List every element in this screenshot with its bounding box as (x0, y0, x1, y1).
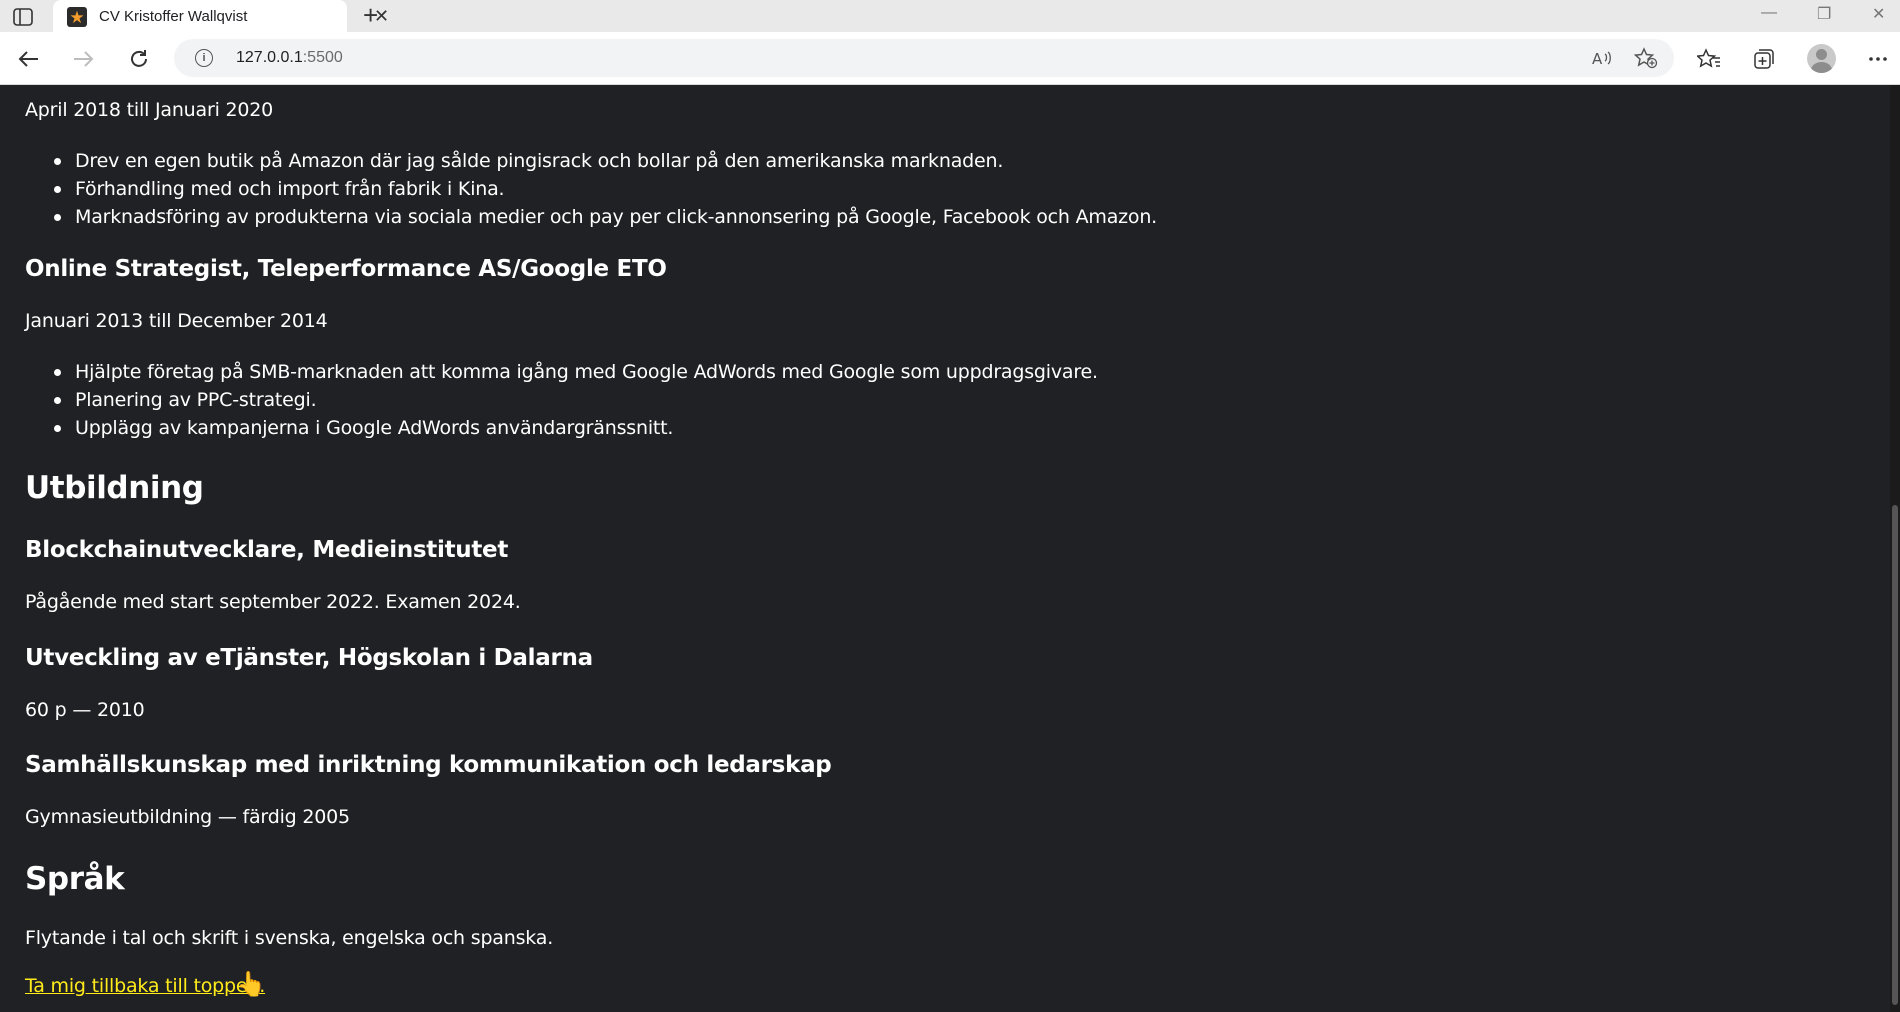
new-tab-button[interactable]: + (363, 2, 378, 28)
list-item: Förhandling med och import från fabrik i… (25, 175, 1157, 203)
page-viewport[interactable]: April 2018 till Januari 2020 Drev en ege… (0, 85, 1890, 1012)
reload-icon[interactable] (125, 45, 153, 73)
pointer-hand-icon: 👆 (236, 971, 266, 998)
window-close-icon[interactable]: ✕ (1872, 4, 1885, 24)
edu2-title: Utveckling av eTjänster, Högskolan i Dal… (25, 645, 593, 671)
browser-toolbar: i 127.0.0.1:5500 A (0, 32, 1900, 85)
page-scrollbar[interactable] (1890, 85, 1900, 1012)
collections-icon[interactable] (1750, 45, 1778, 73)
tab-bar: ★ CV Kristoffer Wallqvist ✕ + — ❐ ✕ (0, 0, 1900, 33)
list-item: Hjälpte företag på SMB-marknaden att kom… (25, 358, 1098, 386)
list-item: Upplägg av kampanjerna i Google AdWords … (25, 414, 1098, 442)
edu3-title: Samhällskunskap med inriktning kommunika… (25, 752, 832, 778)
job1-dates: April 2018 till Januari 2020 (25, 99, 274, 121)
list-item: Planering av PPC-strategi. (25, 386, 1098, 414)
info-icon[interactable]: i (195, 49, 213, 67)
forward-arrow-icon[interactable] (70, 45, 98, 73)
edu1-title: Blockchainutvecklare, Medieinstitutet (25, 537, 509, 563)
job1-bullets: Drev en egen butik på Amazon där jag sål… (25, 147, 1157, 231)
browser-tab[interactable]: ★ CV Kristoffer Wallqvist ✕ (53, 0, 389, 33)
job2-bullets: Hjälpte företag på SMB-marknaden att kom… (25, 358, 1098, 442)
edu3-text: Gymnasieutbildning — färdig 2005 (25, 806, 350, 828)
language-heading: Språk (25, 861, 125, 897)
tab-actions-icon[interactable] (10, 6, 36, 28)
favorites-icon[interactable] (1695, 45, 1723, 73)
tab-title: CV Kristoffer Wallqvist (99, 8, 248, 25)
job2-title: Online Strategist, Teleperformance AS/Go… (25, 256, 667, 282)
job2-dates: Januari 2013 till December 2014 (25, 310, 328, 332)
url-text: 127.0.0.1:5500 (236, 49, 343, 66)
svg-text:A: A (1592, 50, 1603, 67)
back-arrow-icon[interactable] (14, 45, 42, 73)
read-aloud-icon[interactable]: A (1590, 46, 1614, 70)
back-to-top-link[interactable]: Ta mig tillbaka till toppen. (25, 975, 265, 997)
edu2-text: 60 p — 2010 (25, 699, 145, 721)
education-heading: Utbildning (25, 470, 204, 506)
minimize-icon[interactable]: — (1761, 4, 1777, 22)
restore-icon[interactable]: ❐ (1817, 4, 1831, 24)
scrollbar-thumb[interactable] (1892, 505, 1898, 1005)
language-text: Flytande i tal och skrift i svenska, eng… (25, 927, 554, 949)
address-bar[interactable]: i 127.0.0.1:5500 A (174, 39, 1674, 77)
profile-icon[interactable] (1807, 44, 1836, 73)
list-item: Marknadsföring av produkterna via social… (25, 203, 1157, 231)
add-favorite-icon[interactable] (1634, 46, 1658, 70)
favicon-star-icon: ★ (67, 7, 87, 27)
more-icon[interactable] (1864, 45, 1892, 73)
edu1-text: Pågående med start september 2022. Exame… (25, 591, 521, 613)
list-item: Drev en egen butik på Amazon där jag sål… (25, 147, 1157, 175)
